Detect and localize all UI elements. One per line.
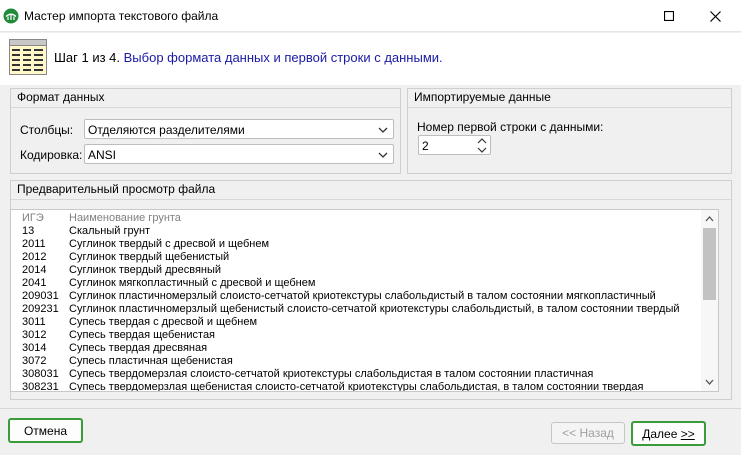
step-description: Выбор формата данных и первой строки с д…: [123, 50, 443, 65]
preview-cell-ige: 308231: [22, 381, 59, 392]
preview-row: 3011 Супесь твердая с дресвой и щебнем: [22, 316, 698, 329]
title-bar: Мастер импорта текстового файла: [0, 0, 741, 32]
preview-cell-ige: 308031: [22, 368, 59, 380]
scroll-thumb[interactable]: [703, 228, 716, 300]
preview-header-row: ИГЭ Наименование грунта: [22, 212, 698, 225]
preview-header-ige: ИГЭ: [22, 212, 44, 224]
preview-group-title: Предварительный просмотр файла: [17, 182, 216, 196]
preview-header-soil: Наименование грунта: [69, 212, 181, 224]
preview-cell-ige: 209231: [22, 303, 59, 315]
preview-rows: ИГЭ Наименование грунта 13 Скальный грунт 2…: [22, 212, 698, 392]
next-suffix: >>: [680, 426, 695, 441]
preview-cell-ige: 3072: [22, 355, 47, 367]
preview-row: 3072 Супесь пластичная щебенистая: [22, 355, 698, 368]
step-number: Шаг 1 из 4.: [54, 50, 121, 65]
group-divider: [11, 199, 731, 200]
scroll-up-icon[interactable]: [704, 214, 715, 224]
next-label: Далее: [642, 426, 678, 441]
preview-cell-ige: 13: [22, 225, 35, 237]
encoding-dropdown[interactable]: ANSI: [84, 144, 394, 164]
preview-row: 2014 Суглинок твердый дресвяный: [22, 264, 698, 277]
maximize-button[interactable]: [646, 0, 692, 32]
back-prefix: <<: [562, 426, 580, 440]
preview-row: 2041 Суглинок мягкопластичный с дресвой и…: [22, 277, 698, 290]
chevron-down-icon: [378, 127, 388, 133]
import-group-title: Импортируемые данные: [414, 90, 551, 104]
wizard-header: Шаг 1 из 4. Выбор формата данных и перво…: [0, 33, 741, 85]
preview-cell-soil: Супесь твердая с дресвой и щебнем: [69, 316, 258, 328]
group-divider: [11, 107, 400, 108]
preview-cell-ige: 2012: [22, 251, 47, 263]
maximize-icon: [664, 11, 674, 21]
preview-row: 13 Скальный грунт: [22, 225, 698, 238]
first-row-spinner[interactable]: 2: [418, 135, 491, 155]
preview-cell-soil: Суглинок твердый щебенистый: [69, 251, 230, 263]
step-indicator: Шаг 1 из 4. Выбор формата данных и перво…: [54, 50, 443, 65]
preview-cell-soil: Супесь твердомерзлая слоисто-сетчатой кр…: [69, 368, 594, 380]
import-data-group: Импортируемые данные Номер первой строки…: [407, 88, 732, 174]
columns-dropdown[interactable]: Отделяются разделителями: [84, 119, 394, 139]
minimize-icon: [618, 15, 628, 17]
preview-cell-soil: Супесь твердомерзлая щебенистая слоисто-…: [69, 381, 644, 392]
preview-row: 308031 Супесь твердомерзлая слоисто-сетча…: [22, 368, 698, 381]
first-row-label: Номер первой строки с данными:: [417, 120, 604, 134]
preview-cell-soil: Суглинок пластичномерзлый щебенистый сло…: [69, 303, 680, 315]
close-button[interactable]: [692, 0, 738, 32]
app-icon: [3, 8, 19, 24]
back-label: Назад: [579, 426, 614, 440]
columns-label: Столбцы:: [20, 123, 74, 137]
preview-cell-soil: Суглинок пластичномерзлый слоисто-сетчат…: [69, 290, 656, 302]
next-button[interactable]: Далее >>: [631, 421, 706, 446]
spin-down-icon[interactable]: [476, 146, 488, 154]
scroll-down-icon[interactable]: [704, 377, 715, 387]
chevron-down-icon: [378, 152, 388, 158]
preview-cell-ige: 3014: [22, 342, 47, 354]
preview-row: 2012 Суглинок твердый щебенистый: [22, 251, 698, 264]
preview-scrollbar[interactable]: [701, 210, 718, 391]
cancel-button[interactable]: Отмена: [8, 418, 83, 443]
spin-up-icon[interactable]: [476, 137, 488, 145]
first-row-value: 2: [422, 139, 429, 153]
preview-cell-soil: Суглинок твердый с дресвой и щебнем: [69, 238, 270, 250]
preview-cell-ige: 3011: [22, 316, 46, 328]
preview-cell-soil: Суглинок мягкопластичный с дресвой и щеб…: [69, 277, 316, 289]
preview-cell-ige: 2014: [22, 264, 47, 276]
preview-cell-soil: Супесь твердая дресвяная: [69, 342, 208, 354]
preview-cell-soil: Суглинок твердый дресвяный: [69, 264, 222, 276]
preview-row: 209231 Суглинок пластичномерзлый щебенист…: [22, 303, 698, 316]
format-group: Формат данных Столбцы: Отделяются раздел…: [10, 88, 401, 174]
preview-cell-ige: 209031: [22, 290, 59, 302]
close-icon: [709, 10, 721, 22]
columns-value: Отделяются разделителями: [88, 123, 245, 137]
file-preview-list[interactable]: ИГЭ Наименование грунта 13 Скальный грунт 2…: [10, 209, 719, 392]
encoding-label: Кодировка:: [20, 148, 83, 162]
cancel-label: Отмена: [23, 423, 68, 438]
preview-row: 3014 Супесь твердая дресвяная: [22, 342, 698, 355]
preview-cell-ige: 2011: [22, 238, 46, 250]
window-title: Мастер импорта текстового файла: [24, 9, 219, 23]
preview-cell-ige: 2041: [22, 277, 47, 289]
preview-row: 209031 Суглинок пластичномерзлый слоисто-…: [22, 290, 698, 303]
encoding-value: ANSI: [88, 148, 117, 162]
preview-row: 308231 Супесь твердомерзлая щебенистая сл…: [22, 381, 698, 392]
preview-cell-soil: Супесь твердая щебенистая: [69, 329, 216, 341]
preview-cell-soil: Супесь пластичная щебенистая: [69, 355, 233, 367]
back-button[interactable]: << Назад: [551, 422, 625, 444]
preview-cell-ige: 3012: [22, 329, 47, 341]
preview-row: 2011 Суглинок твердый с дресвой и щебнем: [22, 238, 698, 251]
text-file-table-icon: [9, 39, 47, 75]
preview-row: 3012 Супесь твердая щебенистая: [22, 329, 698, 342]
preview-cell-soil: Скальный грунт: [69, 225, 151, 237]
group-divider: [408, 107, 731, 108]
minimize-button[interactable]: [600, 0, 646, 32]
footer-divider: [0, 408, 741, 409]
format-group-title: Формат данных: [17, 90, 105, 104]
